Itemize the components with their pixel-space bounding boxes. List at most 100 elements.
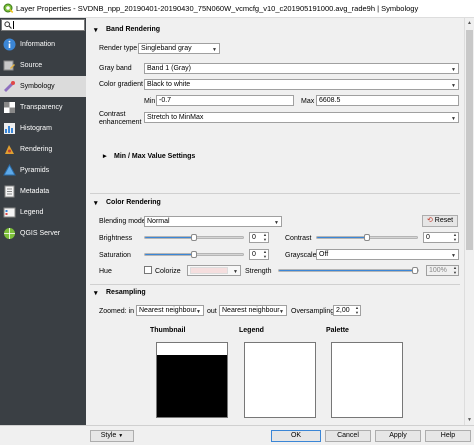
vertical-scrollbar[interactable]: ▲ ▼ — [464, 18, 474, 425]
strength-slider[interactable] — [278, 267, 419, 274]
spin-arrows-icon[interactable]: ▲ ▼ — [453, 266, 457, 275]
window-title: Layer Properties - SVDNB_npp_20190401-20… — [16, 4, 419, 13]
dialog-button-bar: Style ▼ OK Cancel Apply Help — [0, 425, 474, 445]
thumbnail-image — [157, 355, 227, 417]
section-separator — [90, 284, 460, 285]
slider-handle[interactable] — [412, 267, 418, 274]
saturation-slider[interactable] — [144, 251, 244, 258]
style-button[interactable]: Style ▼ — [90, 430, 134, 442]
rendering-icon — [3, 143, 16, 156]
color-swatch — [190, 267, 228, 274]
sidebar-item-rendering[interactable]: Rendering — [0, 139, 86, 160]
saturation-label: Saturation — [99, 252, 131, 259]
zoomed-in-combo[interactable]: Nearest neighbour ▼ — [136, 305, 204, 316]
contrast-slider[interactable] — [316, 234, 418, 241]
sidebar-item-symbology[interactable]: Symbology — [0, 76, 86, 97]
title-bar: Layer Properties - SVDNB_npp_20190401-20… — [0, 0, 474, 18]
blending-mode-combo[interactable]: Normal ▼ — [144, 216, 282, 227]
contrast-enhancement-combo[interactable]: Stretch to MinMax ▼ — [144, 112, 459, 123]
render-type-combo[interactable]: Singleband gray ▼ — [138, 43, 220, 54]
legend-preview — [244, 342, 316, 418]
sidebar-item-label: Metadata — [20, 188, 50, 195]
sidebar-item-metadata[interactable]: Metadata — [0, 181, 86, 202]
brightness-label: Brightness — [99, 235, 133, 242]
chevron-down-icon: ▼ — [451, 67, 456, 73]
sidebar-item-label: Transparency — [20, 104, 63, 111]
max-value-field[interactable]: 6608.5 — [316, 95, 459, 106]
contrast-spinbox[interactable]: 0 ▲ ▼ — [423, 232, 459, 243]
info-icon — [3, 38, 16, 51]
thumbnail-label: Thumbnail — [150, 327, 186, 334]
sidebar-item-pyramids[interactable]: Pyramids — [0, 160, 86, 181]
brightness-slider[interactable] — [144, 234, 244, 241]
ok-button[interactable]: OK — [271, 430, 321, 442]
zoomed-out-label: out — [207, 308, 217, 315]
chevron-down-icon: ▼ — [451, 116, 456, 122]
oversampling-label: Oversampling — [291, 308, 335, 315]
max-label: Max — [301, 98, 315, 105]
scroll-down-icon[interactable]: ▼ — [467, 417, 472, 423]
hue-label: Hue — [99, 268, 112, 275]
source-icon — [3, 59, 16, 72]
transparency-icon — [3, 101, 16, 114]
sidebar-item-label: Pyramids — [20, 167, 50, 174]
slider-fill — [279, 270, 418, 271]
colorize-color-button[interactable]: ▼ — [187, 265, 241, 276]
color-rendering-header[interactable]: ▾ Color Rendering — [86, 197, 464, 209]
chevron-down-icon: ▼ — [451, 253, 456, 259]
collapse-triangle-icon: ▾ — [94, 290, 98, 297]
sidebar-item-source[interactable]: Source — [0, 55, 86, 76]
spin-arrows-icon[interactable]: ▲ ▼ — [453, 233, 457, 242]
sidebar-item-label: Legend — [20, 209, 44, 216]
colorize-checkbox[interactable] — [144, 266, 152, 274]
sidebar-item-label: QGIS Server — [20, 230, 61, 237]
sidebar-item-label: Rendering — [20, 146, 53, 153]
palette-preview — [331, 342, 403, 418]
sidebar-item-legend[interactable]: Legend — [0, 202, 86, 223]
gray-band-label: Gray band — [99, 65, 132, 72]
palette-label: Palette — [326, 327, 349, 334]
spin-arrows-icon[interactable]: ▲ ▼ — [263, 233, 267, 242]
chevron-down-icon: ▼ — [196, 309, 201, 315]
resampling-header[interactable]: ▾ Resampling — [86, 287, 464, 299]
minmax-settings-header[interactable]: ▸ Min / Max Value Settings — [86, 151, 464, 163]
render-type-label: Render type — [99, 45, 138, 52]
gray-band-combo[interactable]: Band 1 (Gray) ▼ — [144, 63, 459, 74]
slider-handle[interactable] — [191, 251, 197, 258]
band-rendering-header[interactable]: ▾ Band Rendering — [86, 24, 464, 36]
reset-icon: ⟲ — [426, 217, 433, 224]
slider-handle[interactable] — [364, 234, 370, 241]
min-value-field[interactable]: -0.7 — [156, 95, 294, 106]
color-gradient-combo[interactable]: Black to white ▼ — [144, 79, 459, 90]
contrast-enhancement-label-1: Contrast — [99, 111, 126, 118]
spin-arrows-icon[interactable]: ▲ ▼ — [355, 306, 359, 315]
sidebar-item-qgis-server[interactable]: QGIS Server — [0, 223, 86, 244]
chevron-down-icon: ▼ — [279, 309, 284, 315]
spin-arrows-icon[interactable]: ▲ ▼ — [263, 250, 267, 259]
sidebar-search-input[interactable] — [1, 19, 85, 31]
cancel-button[interactable]: Cancel — [325, 430, 371, 442]
saturation-spinbox[interactable]: 0 ▲ ▼ — [249, 249, 269, 260]
brightness-spinbox[interactable]: 0 ▲ ▼ — [249, 232, 269, 243]
symbology-icon — [3, 80, 16, 93]
oversampling-spinbox[interactable]: 2,00 ▲ ▼ — [333, 305, 361, 316]
scrollbar-thumb[interactable] — [466, 30, 473, 250]
scroll-up-icon[interactable]: ▲ — [467, 20, 472, 26]
symbology-panel: ▾ Band Rendering Render type Singleband … — [86, 18, 464, 425]
slider-handle[interactable] — [191, 234, 197, 241]
sidebar-item-transparency[interactable]: Transparency — [0, 97, 86, 118]
grayscale-combo[interactable]: Off ▼ — [316, 249, 459, 260]
thumbnail-preview — [156, 342, 228, 418]
zoomed-out-combo[interactable]: Nearest neighbour ▼ — [219, 305, 287, 316]
min-label: Min — [144, 98, 156, 105]
sidebar-item-label: Histogram — [20, 125, 52, 132]
sidebar-item-histogram[interactable]: Histogram — [0, 118, 86, 139]
pyramids-icon — [3, 163, 16, 177]
apply-button[interactable]: Apply — [375, 430, 421, 442]
strength-spinbox[interactable]: 100% ▲ ▼ — [426, 265, 459, 276]
help-button[interactable]: Help — [425, 430, 471, 442]
reset-button[interactable]: ⟲ Reset — [422, 215, 458, 227]
search-icon — [4, 21, 12, 29]
sidebar-item-information[interactable]: Information — [0, 34, 86, 55]
contrast-label: Contrast — [285, 235, 312, 242]
